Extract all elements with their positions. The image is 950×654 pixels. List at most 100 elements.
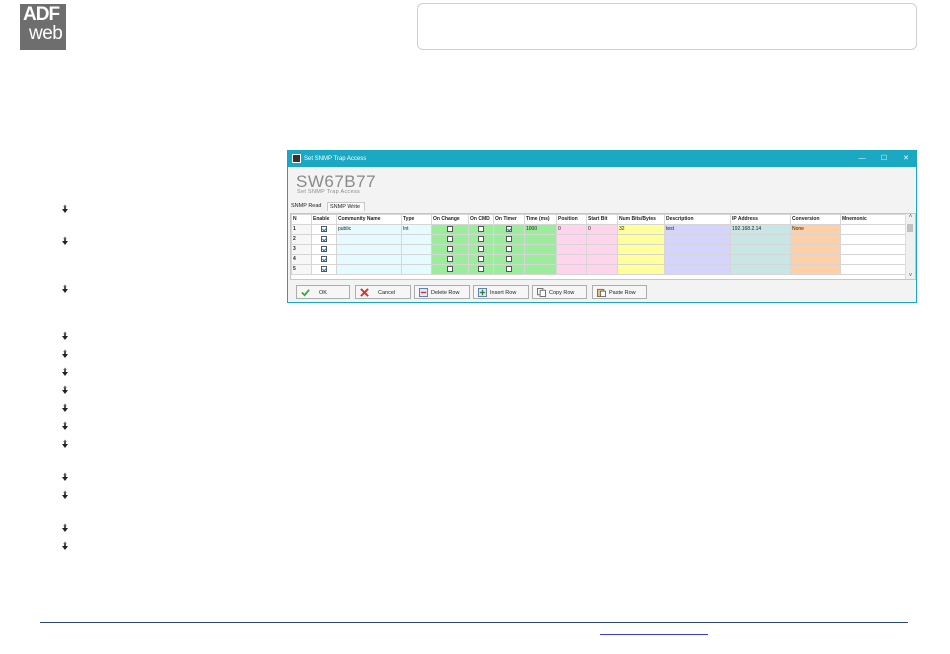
cell-conversion[interactable] bbox=[790, 264, 841, 275]
cell-time[interactable]: 1000 bbox=[524, 224, 557, 235]
cell-on-cmd[interactable] bbox=[468, 234, 494, 245]
tab-snmp-write[interactable]: SNMP Write bbox=[327, 202, 365, 211]
cell-description[interactable] bbox=[664, 254, 731, 265]
cell-type[interactable] bbox=[401, 244, 432, 255]
cell-on-timer[interactable] bbox=[493, 244, 525, 255]
checkbox-checked[interactable] bbox=[321, 235, 327, 242]
cell-on-cmd[interactable] bbox=[468, 244, 494, 255]
cell-start-bit[interactable] bbox=[586, 264, 618, 275]
paste-row-button[interactable]: Paste Row bbox=[592, 285, 647, 299]
cell-type[interactable]: Int bbox=[401, 224, 432, 235]
cell-on-cmd[interactable] bbox=[468, 224, 494, 235]
cell-community[interactable] bbox=[336, 234, 402, 245]
checkbox-unchecked[interactable] bbox=[478, 235, 484, 242]
cell-mnemonic[interactable] bbox=[840, 264, 907, 275]
copy-row-button[interactable]: Copy Row bbox=[532, 285, 587, 299]
cell-community[interactable] bbox=[336, 264, 402, 275]
cell-community[interactable] bbox=[336, 254, 402, 265]
checkbox-unchecked[interactable] bbox=[506, 255, 512, 262]
table-row[interactable]: 1 public Int 1000 0 0 32 test 192.168.2.14 None bbox=[291, 224, 907, 235]
cell-conversion[interactable]: None bbox=[790, 224, 841, 235]
cell-mnemonic[interactable] bbox=[840, 254, 907, 265]
cell-start-bit[interactable] bbox=[586, 244, 618, 255]
cell-n[interactable]: 3 bbox=[291, 244, 312, 255]
tab-snmp-read[interactable]: SNMP Read bbox=[289, 202, 331, 211]
cell-on-change[interactable] bbox=[431, 244, 469, 255]
cell-enable[interactable] bbox=[311, 224, 337, 235]
scroll-up-icon[interactable]: ˄ bbox=[906, 214, 915, 220]
cell-position[interactable] bbox=[556, 264, 587, 275]
table-row[interactable]: 4 bbox=[291, 254, 907, 265]
cell-position[interactable] bbox=[556, 234, 587, 245]
cell-conversion[interactable] bbox=[790, 234, 841, 245]
insert-row-button[interactable]: Insert Row bbox=[473, 285, 529, 299]
column-header[interactable]: Community Name bbox=[336, 214, 402, 225]
checkbox-unchecked[interactable] bbox=[478, 265, 484, 272]
table-row[interactable]: 3 bbox=[291, 244, 907, 255]
cell-on-timer[interactable] bbox=[493, 234, 525, 245]
cell-enable[interactable] bbox=[311, 244, 337, 255]
cell-ip[interactable]: 192.168.2.14 bbox=[730, 224, 791, 235]
column-header[interactable]: N bbox=[291, 214, 312, 225]
cell-conversion[interactable] bbox=[790, 254, 841, 265]
dialog-titlebar[interactable]: Set SNMP Trap Access — ☐ ✕ bbox=[288, 151, 916, 167]
column-header[interactable]: Start Bit bbox=[586, 214, 618, 225]
cell-mnemonic[interactable] bbox=[840, 234, 907, 245]
checkbox-checked[interactable] bbox=[321, 225, 327, 232]
cell-ip[interactable] bbox=[730, 254, 791, 265]
column-header[interactable]: Type bbox=[401, 214, 432, 225]
checkbox-unchecked[interactable] bbox=[447, 255, 453, 262]
cell-on-cmd[interactable] bbox=[468, 254, 494, 265]
cell-mnemonic[interactable] bbox=[840, 224, 907, 235]
cell-num-bits[interactable] bbox=[617, 234, 665, 245]
cancel-button[interactable]: Cancel bbox=[355, 285, 411, 299]
cell-position[interactable]: 0 bbox=[556, 224, 587, 235]
cell-on-change[interactable] bbox=[431, 254, 469, 265]
cell-position[interactable] bbox=[556, 244, 587, 255]
cell-type[interactable] bbox=[401, 264, 432, 275]
cell-time[interactable] bbox=[524, 254, 557, 265]
checkbox-checked[interactable] bbox=[321, 255, 327, 262]
checkbox-unchecked[interactable] bbox=[506, 245, 512, 252]
cell-type[interactable] bbox=[401, 234, 432, 245]
checkbox-unchecked[interactable] bbox=[506, 265, 512, 272]
checkbox-unchecked[interactable] bbox=[447, 225, 453, 232]
footer-link-underline[interactable] bbox=[600, 634, 708, 635]
cell-n[interactable]: 2 bbox=[291, 234, 312, 245]
ok-button[interactable]: OK bbox=[296, 285, 350, 299]
column-header[interactable]: Num Bits/Bytes bbox=[617, 214, 665, 225]
checkbox-checked[interactable] bbox=[321, 245, 327, 252]
checkbox-unchecked[interactable] bbox=[447, 245, 453, 252]
cell-ip[interactable] bbox=[730, 264, 791, 275]
cell-description[interactable] bbox=[664, 264, 731, 275]
close-icon[interactable]: ✕ bbox=[899, 153, 913, 165]
cell-community[interactable]: public bbox=[336, 224, 402, 235]
cell-on-change[interactable] bbox=[431, 264, 469, 275]
cell-enable[interactable] bbox=[311, 264, 337, 275]
cell-start-bit[interactable]: 0 bbox=[586, 224, 618, 235]
column-header[interactable]: Conversion bbox=[790, 214, 841, 225]
table-row[interactable]: 5 bbox=[291, 264, 907, 275]
cell-n[interactable]: 5 bbox=[291, 264, 312, 275]
cell-n[interactable]: 1 bbox=[291, 224, 312, 235]
cell-start-bit[interactable] bbox=[586, 234, 618, 245]
checkbox-unchecked[interactable] bbox=[506, 235, 512, 242]
cell-num-bits[interactable] bbox=[617, 244, 665, 255]
cell-on-cmd[interactable] bbox=[468, 264, 494, 275]
cell-description[interactable]: test bbox=[664, 224, 731, 235]
cell-time[interactable] bbox=[524, 234, 557, 245]
cell-num-bits[interactable]: 32 bbox=[617, 224, 665, 235]
cell-start-bit[interactable] bbox=[586, 254, 618, 265]
cell-on-timer[interactable] bbox=[493, 264, 525, 275]
cell-num-bits[interactable] bbox=[617, 264, 665, 275]
checkbox-unchecked[interactable] bbox=[478, 225, 484, 232]
cell-mnemonic[interactable] bbox=[840, 244, 907, 255]
delete-row-button[interactable]: Delete Row bbox=[414, 285, 470, 299]
checkbox-unchecked[interactable] bbox=[478, 255, 484, 262]
cell-enable[interactable] bbox=[311, 234, 337, 245]
cell-community[interactable] bbox=[336, 244, 402, 255]
column-header[interactable]: Mnemonic bbox=[840, 214, 907, 225]
vertical-scrollbar[interactable]: ˄ ˅ bbox=[905, 214, 915, 279]
cell-num-bits[interactable] bbox=[617, 254, 665, 265]
checkbox-unchecked[interactable] bbox=[478, 245, 484, 252]
